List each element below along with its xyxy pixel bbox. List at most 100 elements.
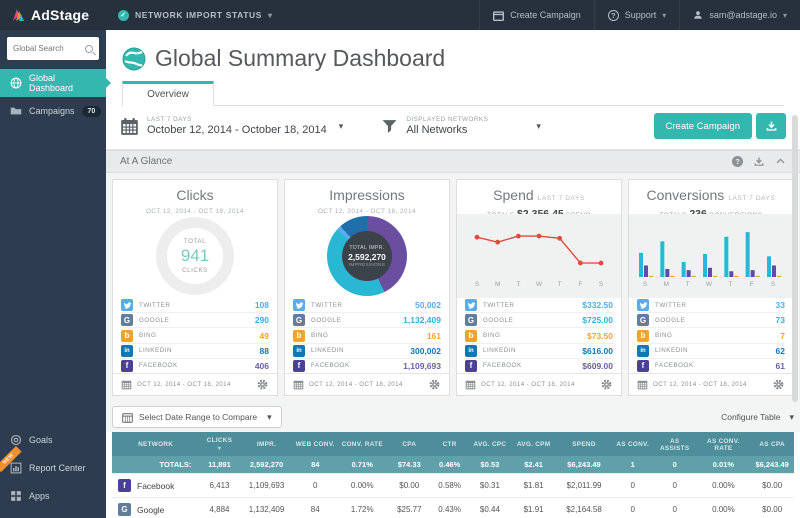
svg-text:T: T bbox=[516, 281, 520, 287]
bing-icon: b bbox=[293, 330, 305, 342]
table-row[interactable]: GGoogle4,8841,132,409841.72%$25.770.43%$… bbox=[112, 498, 794, 518]
network-import-status[interactable]: ✓ NETWORK IMPORT STATUS ▾ bbox=[106, 10, 285, 21]
totals-cell: $6,243.49 bbox=[750, 456, 794, 474]
network-name: TWITTER bbox=[483, 302, 514, 309]
network-name: FACEBOOK bbox=[311, 362, 350, 369]
user-menu[interactable]: sam@adstage.io ▾ bbox=[679, 0, 800, 30]
network-value: 33 bbox=[776, 300, 785, 310]
totals-cell: 2,592,270 bbox=[240, 456, 294, 474]
globe-icon bbox=[10, 77, 22, 89]
network-row-linkedin: inLINKEDIN$616.00 bbox=[465, 343, 613, 358]
export-button[interactable] bbox=[756, 113, 786, 139]
table-cell: 1,109,693 bbox=[240, 474, 294, 498]
scrollbar-thumb[interactable] bbox=[792, 115, 798, 402]
network-value: $609.00 bbox=[582, 361, 613, 371]
configure-table-button[interactable]: Configure Table ▾ bbox=[721, 412, 794, 423]
create-campaign-menu-label: Create Campaign bbox=[510, 10, 581, 20]
table-row[interactable]: fFacebook6,4131,109,69300.00%$0.000.58%$… bbox=[112, 474, 794, 498]
card-footer: OCT 12, 2014 - OCT 18, 2014 bbox=[113, 373, 277, 395]
help-icon[interactable]: ? bbox=[732, 156, 743, 167]
search-input[interactable] bbox=[13, 44, 85, 53]
sidebar-item-report-center[interactable]: NEWReport Center bbox=[0, 454, 106, 482]
conversions-bar-chart: SMTWTFS bbox=[635, 225, 787, 287]
adstage-logo[interactable]: AdStage bbox=[0, 7, 106, 23]
calendar-icon bbox=[122, 412, 133, 423]
column-header-web-conv[interactable]: WEB CONV. bbox=[293, 432, 337, 456]
sidebar-item-apps[interactable]: Apps bbox=[0, 482, 106, 510]
tab-overview[interactable]: Overview bbox=[122, 81, 214, 106]
network-value: $616.00 bbox=[582, 346, 613, 356]
card-footer-date: OCT 12, 2014 - OCT 18, 2014 bbox=[481, 381, 575, 388]
card-period: LAST 7 DAYS bbox=[728, 195, 775, 202]
linkedin-icon: in bbox=[293, 345, 305, 357]
card-head: SpendLAST 7 DAYSTOTALS $2,356.45 SPEND bbox=[457, 180, 621, 214]
global-search[interactable] bbox=[7, 37, 99, 60]
network-value: 49 bbox=[260, 331, 269, 341]
table-cell: 4,884 bbox=[199, 498, 239, 518]
column-header-as-conv-rate[interactable]: AS CONV. RATE bbox=[697, 432, 751, 456]
google-icon: G bbox=[465, 314, 477, 326]
gear-icon[interactable] bbox=[256, 378, 269, 391]
sidebar-item-global-dashboard[interactable]: Global Dashboard bbox=[0, 69, 106, 97]
totals-cell: $74.33 bbox=[387, 456, 431, 474]
network-value: 1,109,693 bbox=[403, 361, 441, 371]
svg-text:F: F bbox=[578, 281, 582, 287]
create-campaign-menu[interactable]: Create Campaign bbox=[479, 0, 594, 30]
sidebar-item-label: Global Dashboard bbox=[29, 73, 96, 93]
table-cell: 0 bbox=[293, 474, 337, 498]
column-header-avg-cpm[interactable]: AVG. CPM bbox=[512, 432, 556, 456]
support-menu[interactable]: ? Support ▾ bbox=[594, 0, 680, 30]
facebook-icon: f bbox=[637, 360, 649, 372]
table-cell: 0.43% bbox=[431, 498, 468, 518]
svg-text:S: S bbox=[771, 281, 776, 287]
at-a-glance-title: At A Glance bbox=[120, 156, 172, 167]
network-value: 108 bbox=[255, 300, 269, 310]
card-head: ConversionsLAST 7 DAYSTOTALS 236 CONVERS… bbox=[629, 180, 793, 214]
select-date-range-compare-button[interactable]: Select Date Range to Compare ▾ bbox=[112, 406, 282, 428]
card-footer: OCT 12, 2014 - OCT 18, 2014 bbox=[285, 373, 449, 395]
network-breakdown: TWITTER108GGOOGLE290bBING49inLINKEDIN88f… bbox=[113, 298, 277, 373]
collapse-icon[interactable] bbox=[775, 156, 786, 167]
date-range-value: October 12, 2014 - October 18, 2014 bbox=[147, 124, 327, 136]
network-row-linkedin: inLINKEDIN62 bbox=[637, 343, 785, 358]
network-import-status-label: NETWORK IMPORT STATUS bbox=[135, 10, 262, 20]
create-campaign-button[interactable]: Create Campaign bbox=[654, 113, 752, 139]
column-header-as-assists[interactable]: AS ASSISTS bbox=[653, 432, 697, 456]
date-range-picker[interactable]: LAST 7 DAYS October 12, 2014 - October 1… bbox=[120, 116, 343, 136]
column-header-clicks[interactable]: CLICKS▾ bbox=[199, 432, 239, 456]
svg-text:W: W bbox=[536, 281, 543, 287]
target-icon bbox=[10, 434, 22, 446]
column-header-avg-cpc[interactable]: AVG. CPC bbox=[468, 432, 512, 456]
network-value: 73 bbox=[776, 315, 785, 325]
sidebar-item-campaigns[interactable]: Campaigns70 bbox=[0, 97, 106, 125]
network-name: LINKEDIN bbox=[311, 347, 344, 354]
displayed-networks-value: All Networks bbox=[406, 124, 488, 136]
totals-cell: 0.46% bbox=[431, 456, 468, 474]
gear-icon[interactable] bbox=[428, 378, 441, 391]
svg-text:W: W bbox=[706, 281, 713, 287]
column-header-as-cpa[interactable]: AS CPA bbox=[750, 432, 794, 456]
column-header-cpa[interactable]: CPA bbox=[387, 432, 431, 456]
linkedin-icon: in bbox=[465, 345, 477, 357]
column-header-network[interactable]: NETWORK bbox=[112, 432, 199, 456]
table-cell: $2,164.58 bbox=[555, 498, 612, 518]
displayed-networks-picker[interactable]: DISPLAYED NETWORKS All Networks ▾ bbox=[381, 116, 541, 136]
download-icon[interactable] bbox=[753, 156, 765, 168]
column-header-as-conv[interactable]: AS CONV. bbox=[613, 432, 653, 456]
calendar-icon bbox=[121, 379, 132, 390]
sidebar-spacer bbox=[0, 125, 106, 426]
network-row-bing: bBING$73.50 bbox=[465, 327, 613, 342]
glance-cards: ClicksOCT 12, 2014 - OCT 18, 2014 TOTAL9… bbox=[106, 173, 800, 402]
spend-line-chart: SMTWTFS bbox=[463, 225, 615, 287]
gear-icon[interactable] bbox=[600, 378, 613, 391]
gear-icon[interactable] bbox=[772, 378, 785, 391]
table-cell: 84 bbox=[293, 498, 337, 518]
column-header-impr[interactable]: IMPR. bbox=[240, 432, 294, 456]
column-header-ctr[interactable]: CTR bbox=[431, 432, 468, 456]
network-name: GOOGLE bbox=[483, 317, 513, 324]
column-header-spend[interactable]: SPEND bbox=[555, 432, 612, 456]
chevron-down-icon: ▾ bbox=[662, 11, 666, 20]
facebook-icon: f bbox=[293, 360, 305, 372]
column-header-conv-rate[interactable]: CONV. RATE bbox=[337, 432, 387, 456]
chevron-down-icon: ▾ bbox=[267, 412, 272, 423]
